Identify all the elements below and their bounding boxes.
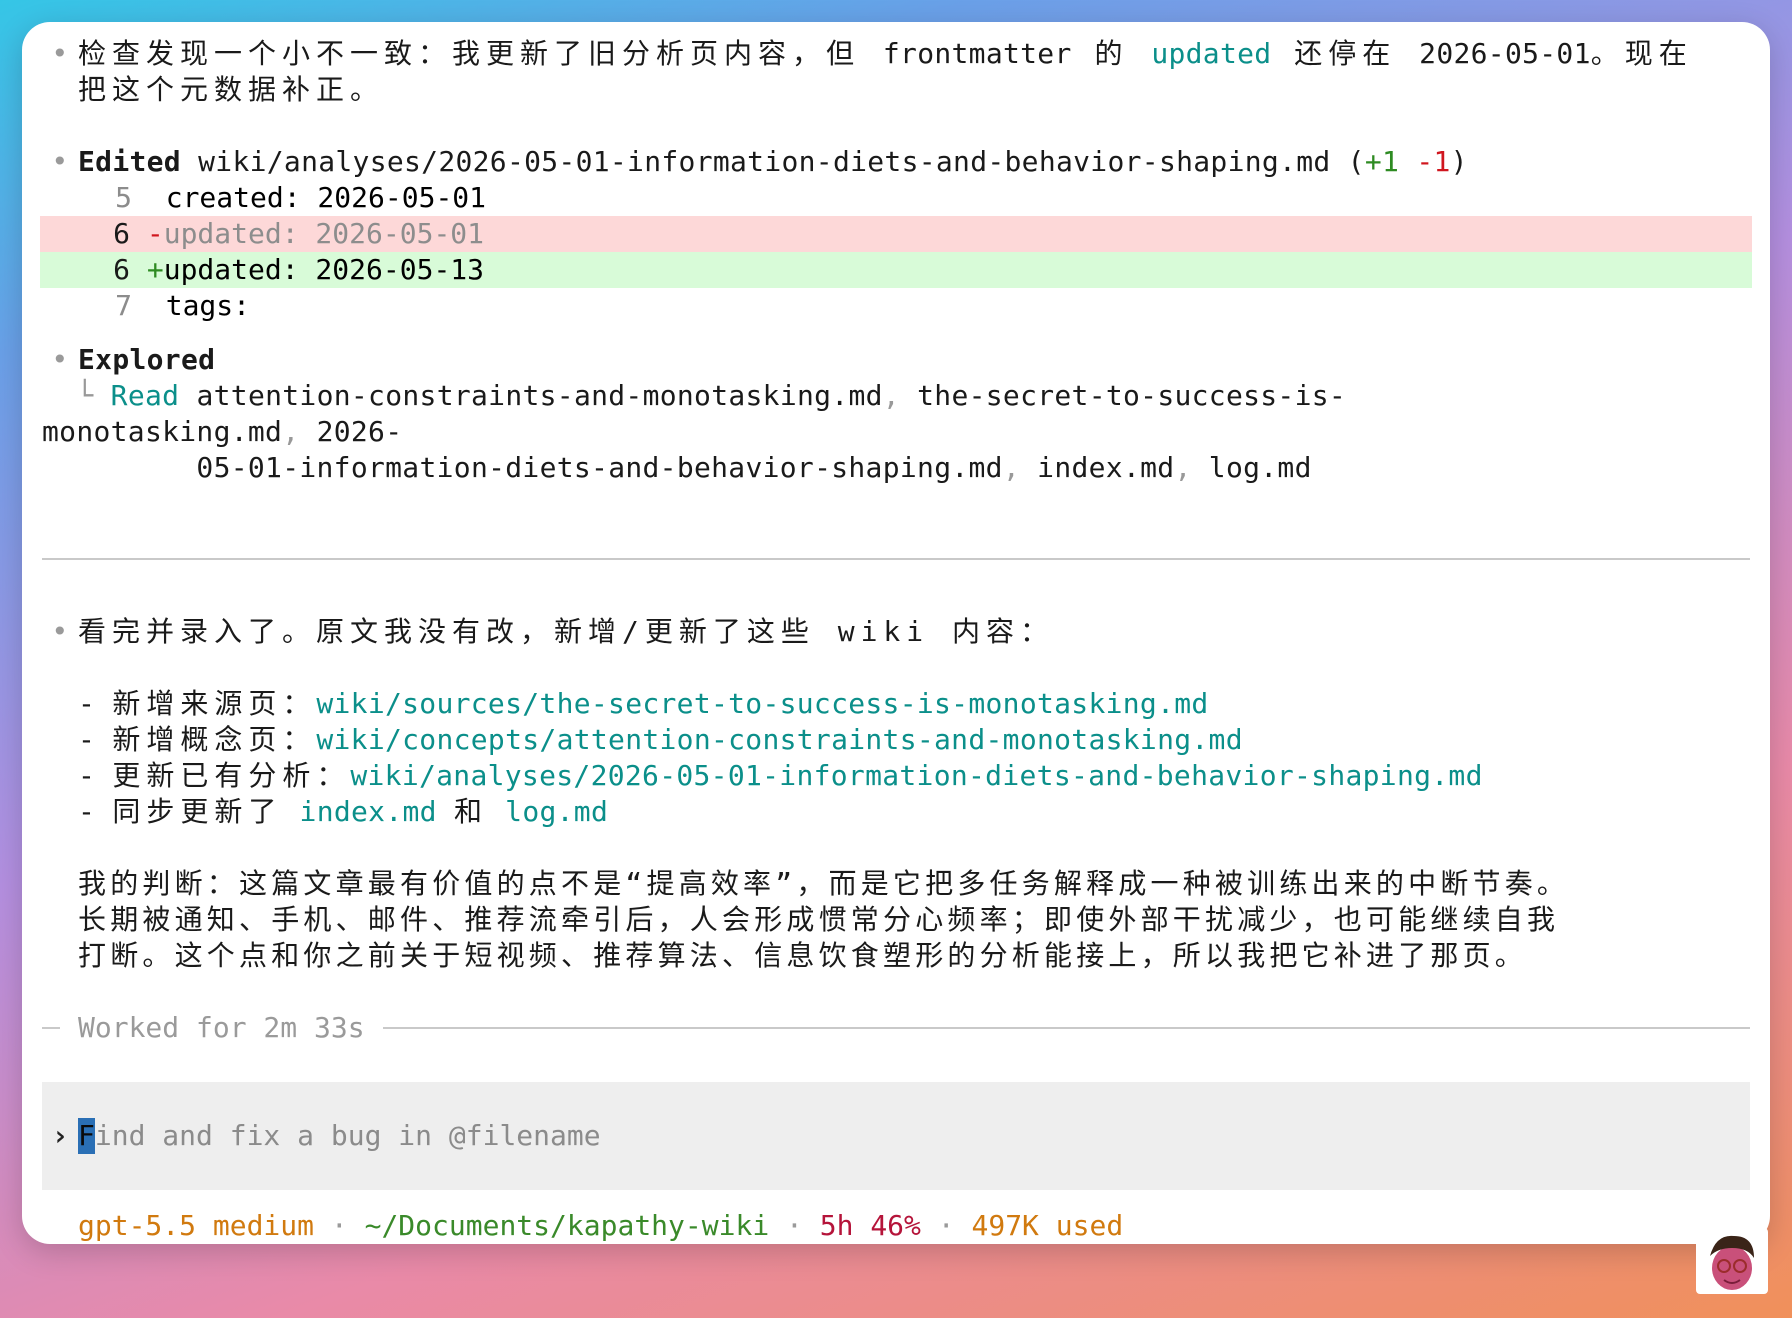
- explored-file[interactable]: monotasking.md: [42, 415, 282, 448]
- bullet-icon: •: [51, 145, 69, 178]
- explored-file[interactable]: log.md: [1209, 451, 1312, 484]
- message-text: 检查发现一个小不一致：我更新了旧分析页内容，但: [78, 37, 883, 70]
- bullet-icon: •: [51, 615, 69, 648]
- separator: ·: [937, 1209, 955, 1242]
- diff-sign: +: [146, 253, 164, 286]
- line-number: 7: [115, 289, 132, 322]
- message-line: 把这个元数据补正。: [78, 73, 385, 106]
- list-item: - 同步更新了 index.md 和 log.md: [42, 794, 1750, 830]
- usage-limit: 5h 46%: [819, 1209, 921, 1242]
- list-dash: -: [78, 723, 96, 756]
- list-dash: -: [78, 759, 96, 792]
- message-code-highlight: updated: [1151, 37, 1272, 70]
- explored-header: • Explored: [42, 342, 1750, 378]
- list-dash: -: [78, 687, 96, 720]
- read-label: Read: [110, 379, 180, 412]
- explored-line: └ Read attention-constraints-and-monotas…: [42, 378, 1750, 414]
- list-dash: -: [78, 795, 96, 828]
- separator: ·: [330, 1209, 348, 1242]
- list-item: - 新增来源页：wiki/sources/the-secret-to-succe…: [42, 686, 1750, 722]
- diff-line: 7 tags:: [42, 288, 1750, 324]
- prompt-placeholder: ind and fix a bug in @filename: [94, 1119, 601, 1152]
- avatar-icon: [1696, 1228, 1768, 1294]
- prompt-input[interactable]: › Find and fix a bug in @filename: [42, 1082, 1750, 1190]
- explored-line: monotasking.md, 2026-: [42, 414, 1750, 450]
- separator: ,: [1002, 451, 1020, 484]
- paren: (: [1330, 145, 1365, 178]
- edited-header: • Edited wiki/analyses/2026-05-01-informa…: [42, 144, 1750, 180]
- judgment-line: 长期被通知、手机、邮件、推荐流牵引后，人会形成惯常分心频率；即使外部干扰减少，也…: [78, 903, 1560, 936]
- edited-file-path[interactable]: wiki/analyses/2026-05-01-information-die…: [198, 145, 1330, 178]
- line-number: 6: [113, 217, 130, 250]
- token-usage: 497K used: [971, 1209, 1124, 1242]
- diff-text: tags:: [165, 289, 251, 322]
- status-bar: gpt-5.5 medium · ~/Documents/kapathy-wik…: [78, 1208, 1123, 1244]
- explored-file[interactable]: attention-constraints-and-monotasking.md: [196, 379, 882, 412]
- message-line: • 检查发现一个小不一致：我更新了旧分析页内容，但 frontmatter 的 u…: [42, 36, 1750, 72]
- worked-label: Worked for 2m 33s: [78, 1011, 365, 1044]
- message-text: 的: [1071, 37, 1152, 70]
- judgment-line: 我的判断：这篇文章最有价值的点不是“提高效率”，而是它把多任务解释成一种被训练出…: [78, 867, 1570, 900]
- terminal-window: • 检查发现一个小不一致：我更新了旧分析页内容，但 frontmatter 的 u…: [22, 22, 1770, 1244]
- line-number: 5: [115, 181, 132, 214]
- transcript-final: • 看完并录入了。原文我没有改，新增/更新了这些 wiki 内容： - 新增来源页…: [42, 614, 1750, 974]
- message-date: 2026-05-01: [1419, 37, 1591, 70]
- list-item: - 新增概念页：wiki/concepts/attention-constrai…: [42, 722, 1750, 758]
- list-item: - 更新已有分析：wiki/analyses/2026-05-01-inform…: [42, 758, 1750, 794]
- explored-file[interactable]: the-secret-to-success-is-: [917, 379, 1346, 412]
- diff-text: updated: 2026-05-01: [163, 217, 485, 250]
- diff-line-removed: 6 -updated: 2026-05-01: [40, 216, 1752, 252]
- bullet-icon: •: [51, 37, 69, 70]
- divider-line: [382, 1027, 1750, 1029]
- explored-file[interactable]: 2026-: [317, 415, 403, 448]
- list-label: 新增来源页：: [112, 687, 317, 720]
- separator: ,: [282, 415, 300, 448]
- model-indicator: gpt-5.5 medium: [78, 1209, 315, 1242]
- line-number: 6: [113, 253, 130, 286]
- prompt-caret-icon: ›: [51, 1119, 69, 1152]
- tree-branch-icon: └: [76, 379, 94, 412]
- diff-sign: -: [146, 217, 164, 250]
- explored-file[interactable]: index.md: [1037, 451, 1174, 484]
- paren: ): [1450, 145, 1468, 178]
- message-code: frontmatter: [882, 37, 1072, 70]
- message-line: • 看完并录入了。原文我没有改，新增/更新了这些 wiki 内容：: [42, 614, 1750, 650]
- separator: ,: [882, 379, 900, 412]
- list-label: 新增概念页：: [112, 723, 317, 756]
- diff-text: created: 2026-05-01: [165, 181, 487, 214]
- lines-removed-count: -1: [1416, 145, 1451, 178]
- edited-label: Edited: [78, 145, 181, 178]
- list-label: 更新已有分析：: [112, 759, 351, 792]
- lines-added-count: +1: [1364, 145, 1400, 178]
- list-label: 同步更新了: [112, 795, 283, 828]
- working-directory: ~/Documents/kapathy-wiki: [364, 1209, 770, 1242]
- diff-line: 5 created: 2026-05-01: [42, 180, 1750, 216]
- separator: ·: [786, 1209, 803, 1242]
- file-link[interactable]: wiki/concepts/attention-constraints-and-…: [316, 723, 1243, 756]
- explored-line: 05-01-information-diets-and-behavior-sha…: [42, 450, 1750, 486]
- separator: ,: [1174, 451, 1192, 484]
- judgment-line: 打断。这个点和你之前关于短视频、推荐算法、信息饮食塑形的分析能接上，所以我把它补…: [78, 939, 1528, 972]
- file-link[interactable]: wiki/analyses/2026-05-01-information-die…: [350, 759, 1482, 792]
- diff-line-added: 6 +updated: 2026-05-13: [40, 252, 1752, 288]
- file-link[interactable]: index.md: [300, 795, 437, 828]
- message-text: 。现在: [1590, 37, 1693, 70]
- transcript: • 检查发现一个小不一致：我更新了旧分析页内容，但 frontmatter 的 u…: [40, 36, 1752, 486]
- bullet-icon: •: [51, 343, 69, 376]
- file-link[interactable]: log.md: [505, 795, 608, 828]
- worked-duration: Worked for 2m 33s: [42, 1010, 1750, 1046]
- divider-line: [42, 1027, 60, 1029]
- section-divider: [42, 558, 1750, 560]
- list-label: 和: [453, 795, 488, 828]
- message-text: 看完并录入了。原文我没有改，新增/更新了这些 wiki 内容：: [78, 615, 1055, 648]
- text-cursor: F: [78, 1118, 95, 1154]
- diff-text: updated: 2026-05-13: [163, 253, 485, 286]
- message-text: 还停在: [1271, 37, 1420, 70]
- explored-label: Explored: [78, 343, 216, 376]
- explored-file[interactable]: 05-01-information-diets-and-behavior-sha…: [196, 451, 1002, 484]
- file-link[interactable]: wiki/sources/the-secret-to-success-is-mo…: [316, 687, 1208, 720]
